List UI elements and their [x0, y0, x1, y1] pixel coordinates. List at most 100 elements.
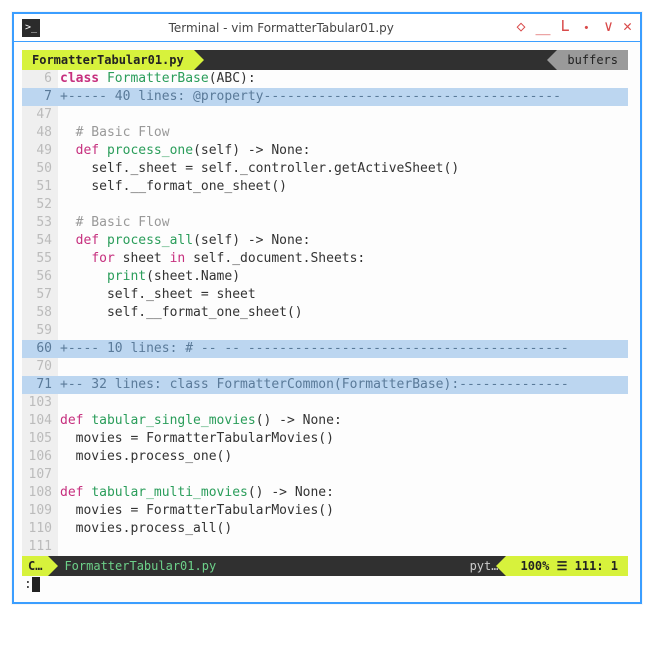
line-number: 7 — [22, 88, 58, 106]
terminal-icon: >_ — [22, 19, 40, 37]
line-number: 109 — [22, 502, 58, 520]
line-number: 50 — [22, 160, 58, 178]
code-row[interactable]: 108def tabular_multi_movies() -> None: — [22, 484, 628, 502]
line-content: self.__format_one_sheet() — [58, 304, 628, 322]
code-row[interactable]: 56 print(sheet.Name) — [22, 268, 628, 286]
line-content: movies = FormatterTabularMovies() — [58, 502, 628, 520]
line-content — [58, 466, 628, 484]
titlebar: >_ Terminal - vim FormatterTabular01.py … — [14, 14, 640, 42]
code-row[interactable]: 110 movies.process_all() — [22, 520, 628, 538]
line-content — [58, 358, 628, 376]
statusline-file: FormatterTabular01.py — [48, 556, 226, 576]
line-number: 103 — [22, 394, 58, 412]
code-row[interactable]: 107 — [22, 466, 628, 484]
line-content: def tabular_multi_movies() -> None: — [58, 484, 628, 502]
code-row[interactable]: 55 for sheet in self._document.Sheets: — [22, 250, 628, 268]
buffers-label[interactable]: buffers — [557, 50, 628, 70]
line-content: for sheet in self._document.Sheets: — [58, 250, 628, 268]
line-content: # Basic Flow — [58, 124, 628, 142]
line-number: 106 — [22, 448, 58, 466]
fold-row[interactable]: 60+---- 10 lines: # -- -- --------------… — [22, 340, 628, 358]
statusline-spacer — [226, 556, 461, 576]
line-number: 53 — [22, 214, 58, 232]
code-row[interactable]: 47 — [22, 106, 628, 124]
dot-icon[interactable]: ・ — [579, 17, 594, 38]
line-number: 49 — [22, 142, 58, 160]
code-row[interactable]: 58 self.__format_one_sheet() — [22, 304, 628, 322]
statusline-position: 100% ☰ 111: 1 — [506, 556, 628, 576]
line-content: self.__format_one_sheet() — [58, 178, 628, 196]
line-content: movies.process_one() — [58, 448, 628, 466]
line-content: self._sheet = self._controller.getActive… — [58, 160, 628, 178]
ontop-icon[interactable]: ◇ — [517, 17, 526, 38]
code-row[interactable]: 48 # Basic Flow — [22, 124, 628, 142]
line-content: print(sheet.Name) — [58, 268, 628, 286]
terminal-window: >_ Terminal - vim FormatterTabular01.py … — [12, 12, 642, 604]
line-number: 105 — [22, 430, 58, 448]
vim-statusline: C… FormatterTabular01.py pyt… 100% ☰ 111… — [22, 556, 628, 576]
window-title: Terminal - vim FormatterTabular01.py — [46, 21, 517, 35]
cursor — [32, 577, 40, 592]
line-number: 110 — [22, 520, 58, 538]
code-row[interactable]: 70 — [22, 358, 628, 376]
line-number: 108 — [22, 484, 58, 502]
code-row[interactable]: 106 movies.process_one() — [22, 448, 628, 466]
line-content: +----- 40 lines: @property--------------… — [58, 88, 628, 106]
line-number: 56 — [22, 268, 58, 286]
line-content: self._sheet = sheet — [58, 286, 628, 304]
line-content — [58, 196, 628, 214]
terminal-body: FormatterTabular01.py buffers 6class For… — [14, 42, 640, 602]
vim-cmdline[interactable]: : — [22, 576, 628, 594]
code-row[interactable]: 103 — [22, 394, 628, 412]
line-number: 71 — [22, 376, 58, 394]
line-number: 47 — [22, 106, 58, 124]
code-row[interactable]: 51 self.__format_one_sheet() — [22, 178, 628, 196]
line-number: 59 — [22, 322, 58, 340]
code-row[interactable]: 50 self._sheet = self._controller.getAct… — [22, 160, 628, 178]
code-row[interactable]: 105 movies = FormatterTabularMovies() — [22, 430, 628, 448]
line-number: 48 — [22, 124, 58, 142]
code-row[interactable]: 49 def process_one(self) -> None: — [22, 142, 628, 160]
cmdline-prompt: : — [24, 576, 32, 594]
line-number: 107 — [22, 466, 58, 484]
line-number: 54 — [22, 232, 58, 250]
line-number: 6 — [22, 70, 58, 88]
maximize-icon[interactable]: 𝖫 — [561, 17, 569, 38]
line-content: movies.process_all() — [58, 520, 628, 538]
code-row[interactable]: 54 def process_all(self) -> None: — [22, 232, 628, 250]
line-content: def process_all(self) -> None: — [58, 232, 628, 250]
line-content: class FormatterBase(ABC): — [58, 70, 628, 88]
code-row[interactable]: 59 — [22, 322, 628, 340]
close-icon[interactable]: ✕ — [623, 17, 632, 38]
code-row[interactable]: 57 self._sheet = sheet — [22, 286, 628, 304]
code-row[interactable]: 6class FormatterBase(ABC): — [22, 70, 628, 88]
line-content: movies = FormatterTabularMovies() — [58, 430, 628, 448]
fold-row[interactable]: 71+-- 32 lines: class FormatterCommon(Fo… — [22, 376, 628, 394]
code-row[interactable]: 104def tabular_single_movies() -> None: — [22, 412, 628, 430]
line-number: 52 — [22, 196, 58, 214]
line-content — [58, 322, 628, 340]
line-content: +---- 10 lines: # -- -- ----------------… — [58, 340, 628, 358]
fold-row[interactable]: 7+----- 40 lines: @property-------------… — [22, 88, 628, 106]
line-number: 55 — [22, 250, 58, 268]
line-content — [58, 538, 628, 556]
line-content: # Basic Flow — [58, 214, 628, 232]
line-content — [58, 106, 628, 124]
tabline-spacer — [194, 50, 558, 70]
line-number: 60 — [22, 340, 58, 358]
code-row[interactable]: 109 movies = FormatterTabularMovies() — [22, 502, 628, 520]
line-content: +-- 32 lines: class FormatterCommon(Form… — [58, 376, 628, 394]
code-row[interactable]: 52 — [22, 196, 628, 214]
window-controls: ◇ ＿ 𝖫 ・ ∨ ✕ — [517, 17, 632, 38]
line-content: def process_one(self) -> None: — [58, 142, 628, 160]
line-content — [58, 394, 628, 412]
code-row[interactable]: 53 # Basic Flow — [22, 214, 628, 232]
code-area[interactable]: 6class FormatterBase(ABC):7+----- 40 lin… — [22, 70, 628, 556]
minimize-icon[interactable]: ＿ — [536, 17, 551, 38]
code-row[interactable]: 111 — [22, 538, 628, 556]
line-number: 111 — [22, 538, 58, 556]
tab-active[interactable]: FormatterTabular01.py — [22, 50, 194, 70]
line-number: 51 — [22, 178, 58, 196]
shade-icon[interactable]: ∨ — [604, 17, 613, 38]
statusline-mode: C… — [22, 556, 48, 576]
